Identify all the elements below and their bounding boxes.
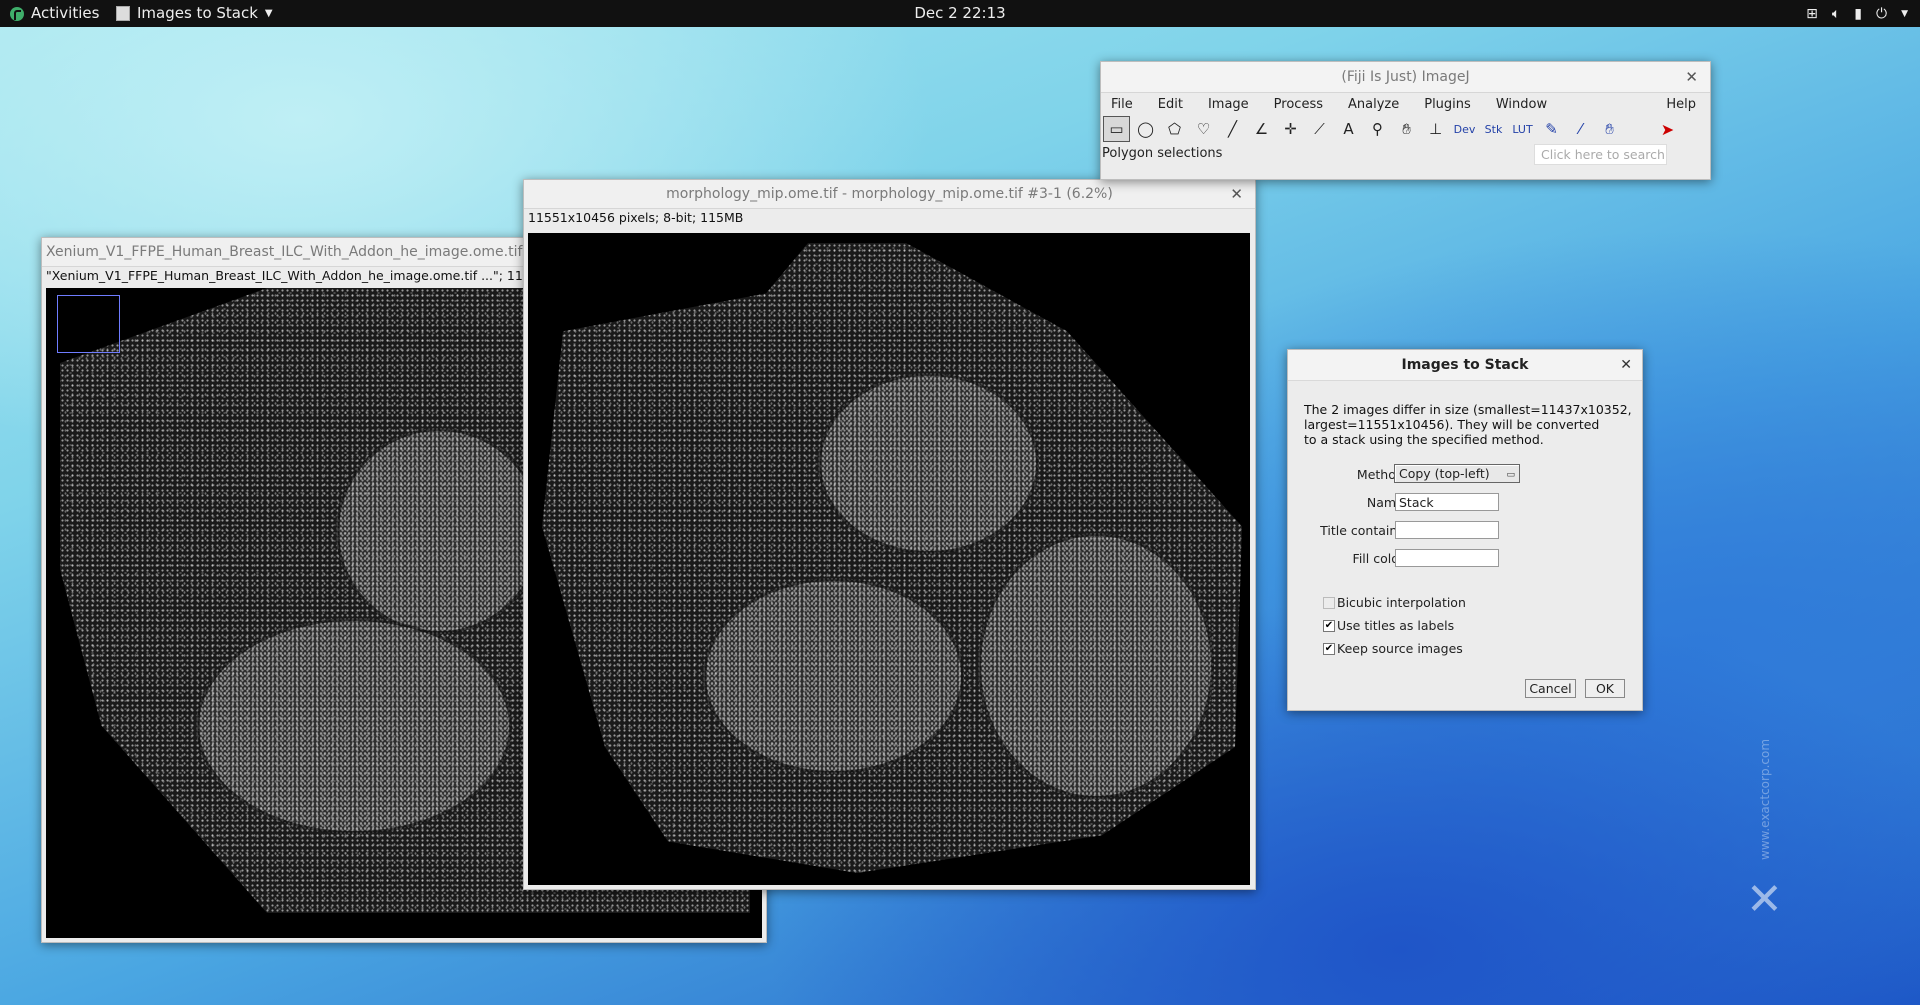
morphology-window[interactable]: morphology_mip.ome.tif - morphology_mip.…	[523, 179, 1256, 890]
he-lobe	[196, 618, 512, 834]
dropper-tool-icon[interactable]: ⊥	[1422, 116, 1449, 142]
checkmark-icon: ✔	[1323, 642, 1335, 655]
desktop-watermark: www.exactcorp.com	[1758, 738, 1772, 860]
he-window-title: Xenium_V1_FFPE_Human_Breast_ILC_With_Add…	[46, 244, 523, 260]
checkbox-unchecked-icon	[1323, 596, 1335, 609]
top-bar: Activities Images to Stack ▼ Dec 2 22:13…	[0, 0, 1920, 27]
stk-tool-button[interactable]: Stk	[1480, 116, 1507, 142]
angle-tool-icon[interactable]: ∠	[1248, 116, 1275, 142]
polygon-tool-icon[interactable]: ⬠	[1161, 116, 1188, 142]
flood-fill-tool-icon[interactable]: ✋︎	[1596, 116, 1623, 142]
imagej-title: (Fiji Is Just) ImageJ	[1341, 69, 1470, 85]
text-tool-icon[interactable]: A	[1335, 116, 1362, 142]
dialog-message-line: to a stack using the specified method.	[1304, 432, 1544, 447]
bicubic-label: Bicubic interpolation	[1337, 595, 1466, 610]
bicubic-checkbox[interactable]: Bicubic interpolation	[1323, 595, 1466, 610]
dialog-titlebar[interactable]: Images to Stack ✕	[1288, 350, 1642, 381]
fedora-logo-icon	[10, 6, 24, 21]
method-label: Method:	[1356, 467, 1408, 482]
pencil-tool-icon[interactable]: ✎	[1538, 116, 1565, 142]
app-menu-label: Images to Stack	[137, 4, 258, 22]
volume-icon: 🔈︎	[1831, 5, 1841, 22]
navigator-rect[interactable]	[57, 295, 120, 353]
rectangle-tool-icon[interactable]: ▭	[1103, 116, 1130, 142]
search-input[interactable]: Click here to search	[1534, 144, 1667, 165]
system-tray[interactable]: ⊞ 🔈︎ ▮ ⏻ ▼	[1806, 0, 1908, 27]
title-contains-label: Title contains:	[1320, 523, 1408, 538]
exact-logo-icon: ✕	[1746, 874, 1783, 925]
method-value: Copy (top-left)	[1399, 466, 1490, 481]
imagej-toolbar: ▭ ◯ ⬠ ♡ ╱ ∠ ✛ ⟋ A ⚲ ✋︎ ⊥ Dev Stk LUT ✎ ⁄…	[1101, 115, 1710, 143]
brush-tool-icon[interactable]: ⁄	[1567, 116, 1594, 142]
menu-image[interactable]: Image	[1208, 97, 1249, 112]
battery-icon: ▮	[1854, 5, 1862, 22]
ok-button[interactable]: OK	[1585, 679, 1625, 698]
dev-tool-button[interactable]: Dev	[1451, 116, 1478, 142]
method-select[interactable]: Copy (top-left) ▭	[1394, 464, 1520, 483]
imagej-titlebar[interactable]: (Fiji Is Just) ImageJ ✕	[1101, 62, 1710, 93]
menu-edit[interactable]: Edit	[1158, 97, 1183, 112]
menu-window[interactable]: Window	[1496, 97, 1547, 112]
clock[interactable]: Dec 2 22:13	[914, 4, 1005, 22]
imagej-menubar: File Edit Image Process Analyze Plugins …	[1101, 93, 1710, 115]
close-icon[interactable]: ✕	[1685, 62, 1698, 92]
network-icon: ⊞	[1806, 5, 1818, 22]
freehand-tool-icon[interactable]: ♡	[1190, 116, 1217, 142]
menu-analyze[interactable]: Analyze	[1348, 97, 1399, 112]
dialog-message-line: largest=11551x10456). They will be conve…	[1304, 417, 1600, 432]
morphology-image-canvas[interactable]	[528, 233, 1250, 885]
menu-plugins[interactable]: Plugins	[1424, 97, 1471, 112]
menu-help[interactable]: Help	[1666, 97, 1696, 112]
morphology-lobe	[818, 373, 1039, 554]
dialog-title: Images to Stack	[1401, 357, 1529, 373]
morphology-window-title: morphology_mip.ome.tif - morphology_mip.…	[666, 186, 1113, 202]
keep-source-label: Keep source images	[1337, 641, 1463, 656]
imagej-statusbar: Polygon selections Click here to search	[1101, 143, 1710, 165]
hand-tool-icon[interactable]: ✋︎	[1393, 116, 1420, 142]
morphology-lobe	[703, 578, 964, 774]
morphology-window-titlebar[interactable]: morphology_mip.ome.tif - morphology_mip.…	[524, 180, 1255, 209]
images-to-stack-dialog[interactable]: Images to Stack ✕ The 2 images differ in…	[1287, 349, 1643, 711]
app-menu[interactable]: Images to Stack ▼	[116, 0, 273, 27]
dropdown-icon: ▭	[1506, 470, 1515, 480]
power-icon: ⏻	[1876, 5, 1888, 22]
dialog-message: The 2 images differ in size (smallest=11…	[1304, 402, 1632, 447]
morphology-window-info: 11551x10456 pixels; 8-bit; 115MB	[528, 210, 744, 225]
activities-label: Activities	[31, 4, 100, 22]
cancel-button[interactable]: Cancel	[1525, 679, 1576, 698]
oval-tool-icon[interactable]: ◯	[1132, 116, 1159, 142]
lut-tool-button[interactable]: LUT	[1509, 116, 1536, 142]
status-text: Polygon selections	[1102, 146, 1223, 161]
imagej-window[interactable]: (Fiji Is Just) ImageJ ✕ File Edit Image …	[1100, 61, 1711, 180]
activities-button[interactable]: Activities	[10, 0, 99, 27]
chevron-down-icon: ▼	[264, 8, 273, 19]
fill-color-label: Fill color:	[1352, 551, 1408, 566]
use-titles-checkbox[interactable]: ✔ Use titles as labels	[1323, 618, 1454, 633]
title-contains-field[interactable]	[1395, 521, 1499, 539]
menu-process[interactable]: Process	[1274, 97, 1323, 112]
more-tools-arrow-icon[interactable]: ➤	[1654, 116, 1681, 142]
keep-source-checkbox[interactable]: ✔ Keep source images	[1323, 641, 1463, 656]
morphology-lobe	[978, 533, 1214, 799]
menu-file[interactable]: File	[1111, 97, 1133, 112]
name-field[interactable]: Stack	[1395, 493, 1499, 511]
magnifier-tool-icon[interactable]: ⚲	[1364, 116, 1391, 142]
line-tool-icon[interactable]: ╱	[1219, 116, 1246, 142]
point-tool-icon[interactable]: ✛	[1277, 116, 1304, 142]
close-icon[interactable]: ✕	[1230, 180, 1243, 208]
close-icon[interactable]: ✕	[1620, 350, 1632, 380]
name-label: Name:	[1366, 495, 1408, 510]
use-titles-label: Use titles as labels	[1337, 618, 1455, 633]
empty-tool-slot	[1625, 116, 1652, 142]
he-lobe	[336, 428, 542, 634]
checkmark-icon: ✔	[1323, 619, 1335, 632]
fill-color-field[interactable]	[1395, 549, 1499, 567]
app-icon	[116, 6, 130, 21]
dialog-message-line: The 2 images differ in size (smallest=11…	[1304, 402, 1632, 417]
chevron-down-icon: ▼	[1901, 8, 1908, 19]
wand-tool-icon[interactable]: ⟋	[1306, 116, 1333, 142]
